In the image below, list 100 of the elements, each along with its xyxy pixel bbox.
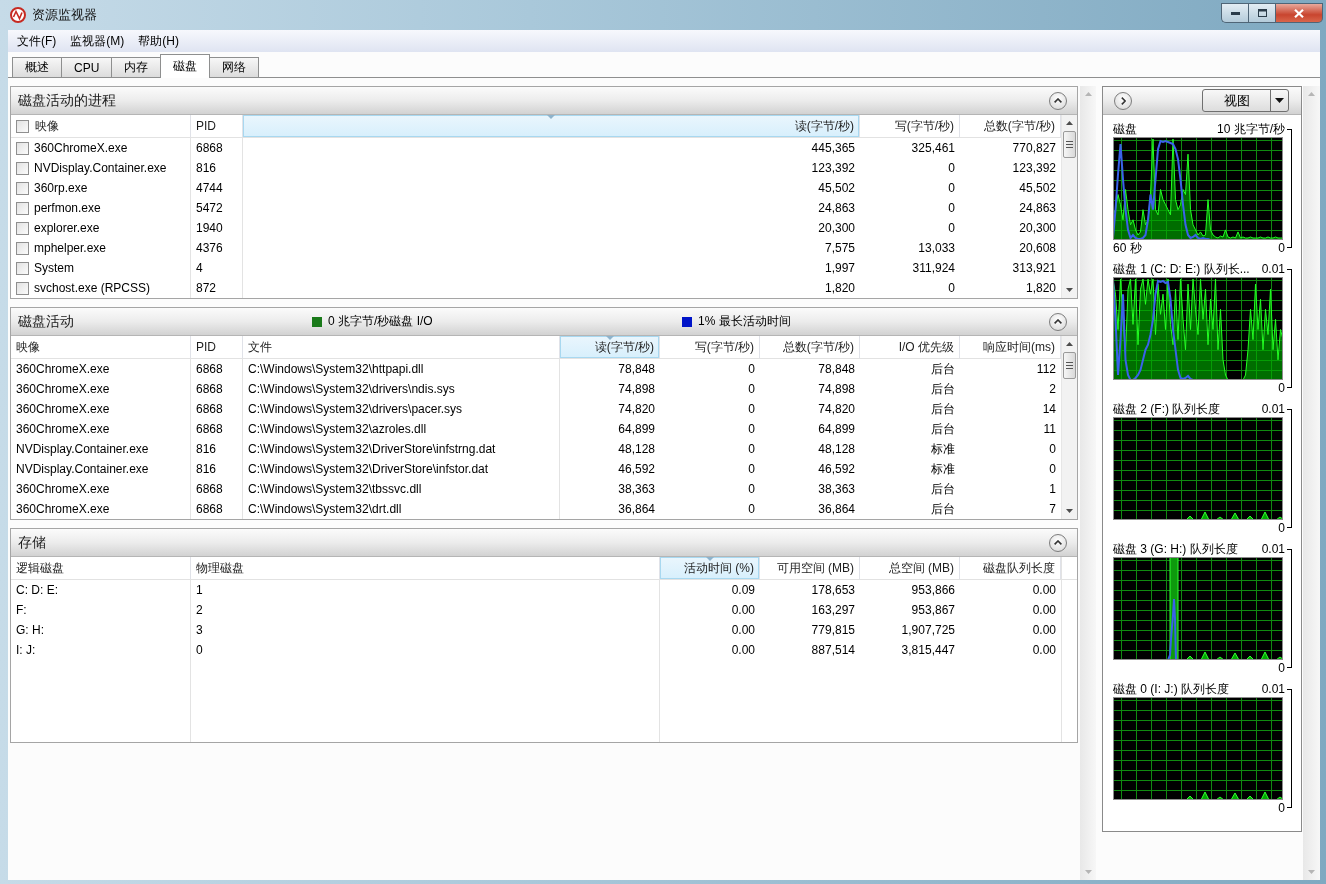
scrollbar[interactable] (1303, 86, 1320, 880)
column-header[interactable]: 映像 (11, 115, 191, 137)
minimize-button[interactable] (1221, 3, 1248, 23)
column-header[interactable]: 写(字节/秒) (660, 336, 760, 358)
table-cell: C:\Windows\System32\drivers\ndis.sys (243, 379, 560, 399)
tab[interactable]: 概述 (12, 57, 62, 77)
table-cell-text: 74,820 (617, 401, 656, 418)
table-cell: 6868 (191, 379, 243, 399)
arrow-up-icon (1066, 121, 1073, 125)
table-cell: 360ChromeX.exe (11, 499, 191, 519)
table-cell-text: 78,848 (617, 361, 656, 378)
menu-item[interactable]: 文件(F) (10, 30, 64, 52)
tab[interactable]: 网络 (209, 57, 260, 77)
collapse-button[interactable] (1049, 533, 1067, 552)
table-cell: 5472 (191, 198, 243, 218)
scrollbar-thumb[interactable] (1063, 352, 1076, 379)
table-cell: 3 (191, 620, 660, 640)
column-header[interactable]: I/O 优先级 (860, 336, 960, 358)
table-cell-text: 0.00 (1031, 622, 1057, 639)
table-cell: 816 (191, 439, 243, 459)
table-cell-text: 360ChromeX.exe (34, 140, 128, 157)
arrow-up-icon (1066, 342, 1073, 346)
chevron-up-icon (1054, 540, 1062, 545)
scrollbar[interactable] (1061, 115, 1077, 298)
table-cell: 6868 (191, 419, 243, 439)
table-cell-text: 1,997 (823, 260, 856, 277)
menu-item[interactable]: 帮助(H) (131, 30, 186, 52)
table-cell: 4 (191, 258, 243, 278)
table-cell: 6868 (191, 499, 243, 519)
column-header[interactable]: 总数(字节/秒) (760, 336, 860, 358)
table-cell-text: 74,820 (817, 401, 856, 418)
column-header[interactable]: 读(字节/秒) (243, 115, 860, 137)
table-cell: C:\Windows\System32\drivers\pacer.sys (243, 399, 560, 419)
maximize-icon (1257, 9, 1267, 17)
menu-item[interactable]: 监视器(M) (63, 30, 132, 52)
pulse-circle-icon (10, 7, 26, 23)
table-cell-text: perfmon.exe (34, 200, 101, 217)
table-cell: 6868 (191, 359, 243, 379)
table-cell-text: 38,363 (617, 481, 656, 498)
table-cell: C:\Windows\System32\azroles.dll (243, 419, 560, 439)
table-cell-text: 0 (747, 421, 756, 438)
column-header[interactable]: 映像 (11, 336, 191, 358)
scrollbar-thumb[interactable] (1063, 131, 1076, 158)
graph-title: 磁盘 2 (F:) 队列长度 (1113, 400, 1221, 418)
table-cell-text: 7,575 (823, 240, 856, 257)
table-cell-text: 0.00 (1031, 582, 1057, 599)
column-header[interactable]: 总空间 (MB) (860, 557, 960, 579)
maximize-button[interactable] (1248, 3, 1276, 23)
chevron-up-icon (1054, 98, 1062, 103)
panel-title: 磁盘活动 (18, 312, 75, 331)
table-cell: 1 (191, 580, 660, 600)
checkbox[interactable] (16, 141, 29, 155)
checkbox[interactable] (16, 261, 29, 275)
table-cell-text: 后台 (930, 361, 956, 378)
checkbox[interactable] (16, 201, 29, 215)
table-cell-text: 48,128 (617, 441, 656, 458)
arrow-down-icon (1066, 509, 1073, 513)
checkbox[interactable] (16, 181, 29, 195)
table-cell: C:\Windows\System32\drt.dll (243, 499, 560, 519)
table-cell-text: 20,608 (1018, 240, 1057, 257)
table-cell-text: 24,863 (817, 200, 856, 217)
table-cell-text: 14 (1041, 401, 1057, 418)
view-button[interactable]: 视图 (1202, 89, 1289, 112)
column-header[interactable]: 磁盘队列长度 (960, 557, 1061, 579)
table-cell-text: 360rp.exe (34, 180, 88, 197)
scrollbar[interactable] (1061, 336, 1077, 519)
column-header[interactable]: 可用空间 (MB) (760, 557, 860, 579)
collapse-button[interactable] (1049, 91, 1067, 110)
table-cell-text: 24,863 (1018, 200, 1057, 217)
table-cell-text: 20,300 (817, 220, 856, 237)
checkbox[interactable] (16, 119, 29, 133)
table-cell-text: 78,848 (817, 361, 856, 378)
table-cell: 816 (191, 158, 243, 178)
pane-toggle-button[interactable] (1114, 91, 1132, 110)
table-cell-text: 后台 (930, 401, 956, 418)
table-cell-text: mphelper.exe (34, 240, 107, 257)
table-cell: 6868 (191, 479, 243, 499)
tab[interactable]: 内存 (111, 57, 162, 77)
checkbox[interactable] (16, 281, 29, 295)
table-cell-text: 445,365 (810, 140, 856, 157)
column-header[interactable]: 逻辑磁盘 (11, 557, 191, 579)
table-cell-text: 0.00 (730, 602, 756, 619)
tab[interactable]: CPU (61, 57, 113, 77)
checkbox[interactable] (16, 161, 29, 175)
close-button[interactable] (1276, 3, 1323, 23)
column-header[interactable]: 读(字节/秒) (560, 336, 660, 358)
tab[interactable]: 磁盘 (160, 54, 211, 78)
column-header[interactable]: 活动时间 (%) (660, 557, 760, 579)
checkbox[interactable] (16, 241, 29, 255)
table-cell-text: 0 (747, 381, 756, 398)
table-cell-text: 64,899 (817, 421, 856, 438)
collapse-button[interactable] (1049, 312, 1067, 331)
column-header[interactable]: 写(字节/秒) (860, 115, 960, 137)
chevron-up-icon (1054, 319, 1062, 324)
scrollbar[interactable] (1080, 86, 1096, 880)
column-header[interactable]: PID (191, 336, 243, 358)
window-title: 资源监视器 (32, 6, 97, 24)
checkbox[interactable] (16, 221, 29, 235)
table-cell-text: 20,300 (1018, 220, 1057, 237)
table-cell-text: 标准 (930, 461, 956, 478)
